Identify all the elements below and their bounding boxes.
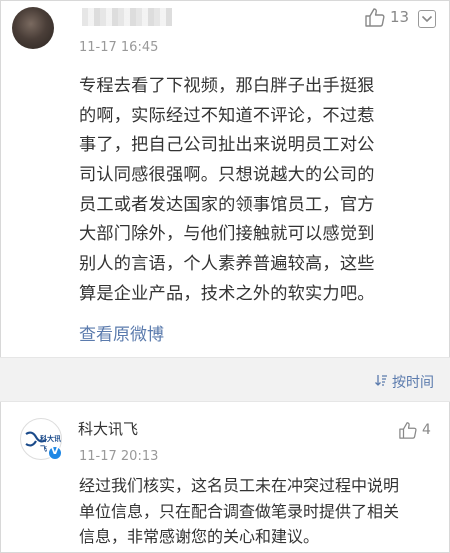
comment-line: 单位信息，只在配合调查做笔录时提供了相关 bbox=[79, 501, 400, 521]
comment-line: 员工或者发达国家的领事馆员工，官方 bbox=[79, 194, 375, 215]
avatar[interactable] bbox=[12, 7, 54, 49]
comment-line: 事了，把自己公司扯出来说明员工对公 bbox=[79, 135, 375, 156]
more-menu-button[interactable] bbox=[418, 10, 436, 28]
comment-line: 信息，非常感谢您的关心和建议。 bbox=[79, 527, 320, 546]
username[interactable]: 科大讯飞 bbox=[78, 418, 138, 439]
like-button[interactable]: 4 bbox=[398, 421, 431, 439]
thumbs-up-icon bbox=[398, 421, 418, 439]
like-count: 4 bbox=[422, 422, 431, 438]
username-redacted[interactable] bbox=[82, 8, 172, 26]
comment-item: 科大讯飞 V 科大讯飞 11-17 20:13 4 经过我们核实，这名员工未在冲… bbox=[0, 402, 450, 553]
sort-by-time-button[interactable]: 按时间 bbox=[374, 372, 434, 392]
comment-line: 司认同感很强啊。只想说越大的公司的 bbox=[79, 165, 375, 186]
comment-body: 经过我们核实，这名员工未在冲突过程中说明 单位信息，只在配合调查做笔录时提供了相… bbox=[79, 473, 439, 550]
like-count: 13 bbox=[390, 8, 410, 26]
comment-line: 的啊，实际经过不知道不评论，不过惹 bbox=[79, 105, 375, 126]
comment-line: 经过我们核实，这名员工未在冲突过程中说明 bbox=[79, 476, 400, 495]
verified-badge-icon: V bbox=[48, 446, 62, 460]
view-original-weibo-link[interactable]: 查看原微博 bbox=[79, 320, 164, 345]
comment-time: 11-17 20:13 bbox=[79, 449, 159, 464]
comment-item: 11-17 16:45 13 专程去看了下视频，那白胖子出手挺狠 的啊，实际经过… bbox=[0, 0, 450, 357]
comment-line: 别人的言语，个人素养普遍较高，这些 bbox=[79, 254, 375, 275]
comment-line: 大部门除外，与他们接触就可以感觉到 bbox=[79, 224, 375, 245]
sort-bar: 按时间 bbox=[0, 357, 450, 402]
comment-time: 11-17 16:45 bbox=[79, 40, 159, 55]
comment-line: 算是企业产品，技术之外的软实力吧。 bbox=[79, 283, 375, 304]
comment-line: 专程去看了下视频，那白胖子出手挺狠 bbox=[79, 76, 375, 96]
sort-label: 按时间 bbox=[392, 375, 434, 391]
sort-icon bbox=[374, 373, 388, 391]
thumbs-up-icon bbox=[364, 7, 386, 27]
comment-body: 专程去看了下视频，那白胖子出手挺狠 的啊，实际经过不知道不评论，不过惹 事了，把… bbox=[79, 72, 429, 310]
like-button[interactable]: 13 bbox=[364, 7, 409, 27]
